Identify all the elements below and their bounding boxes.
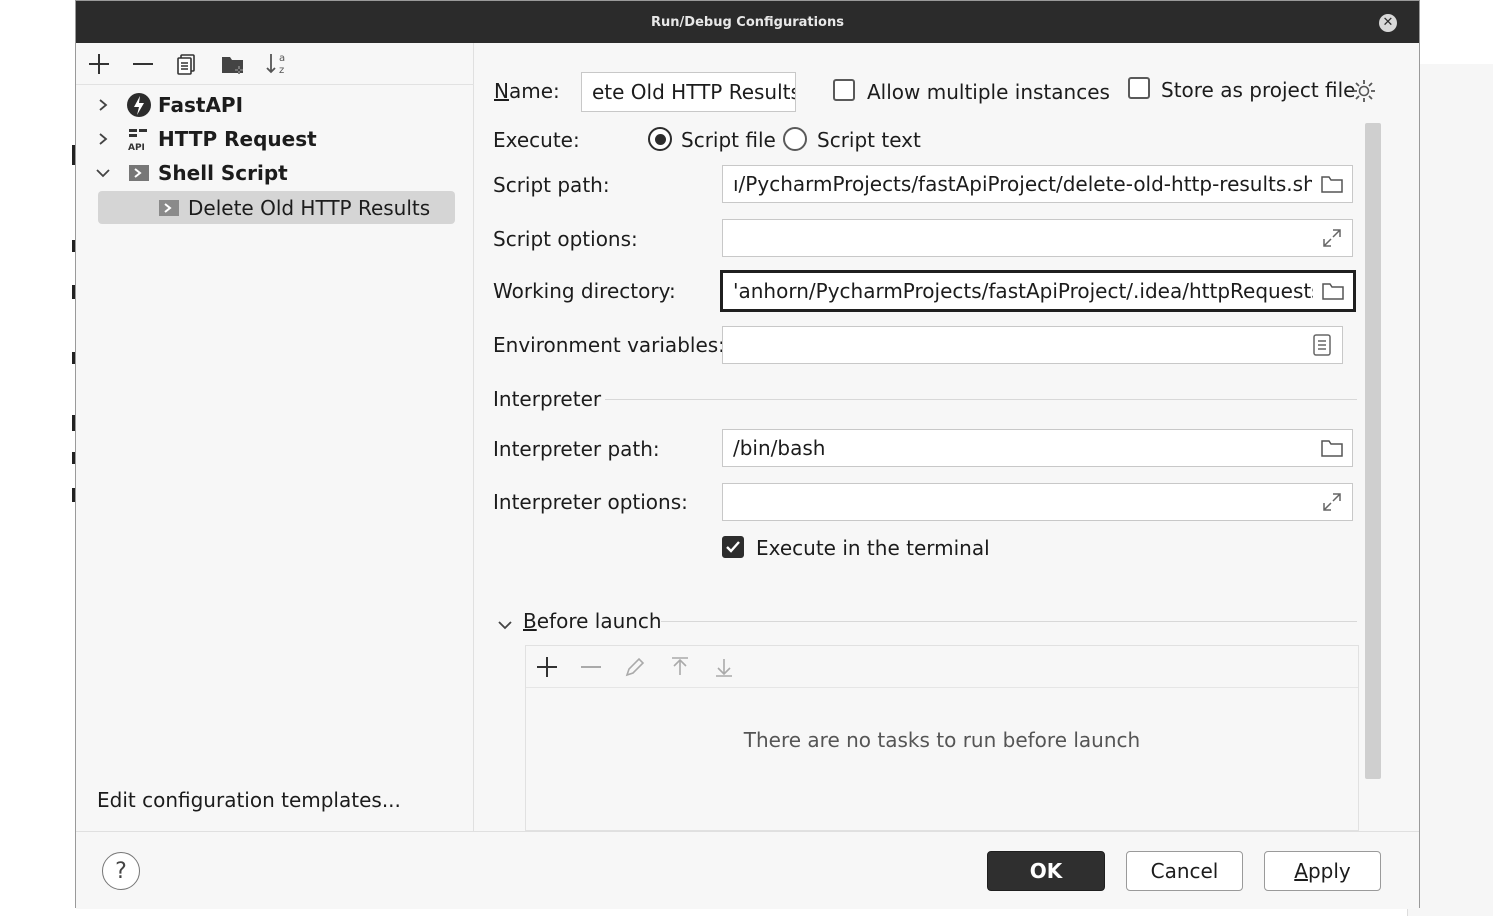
expand-icon[interactable] (1312, 227, 1352, 249)
no-tasks-message: There are no tasks to run before launch (743, 728, 1141, 752)
dialog-titlebar: Run/Debug Configurations ✕ (76, 1, 1419, 43)
add-icon[interactable] (84, 49, 114, 79)
script-file-label[interactable]: Script file (681, 128, 776, 152)
shell-script-icon (158, 197, 182, 219)
sort-icon[interactable]: az (262, 49, 292, 79)
apply-button-rest: pply (1307, 859, 1351, 883)
tree-item-label: FastAPI (158, 93, 244, 117)
name-label: Name: (494, 79, 560, 103)
working-dir-field[interactable]: 'anhorn/PycharmProjects/fastApiProject/.… (720, 270, 1356, 312)
background-editor-left (0, 0, 75, 916)
name-value: ete Old HTTP Results (592, 80, 795, 104)
tree-item-shell-script[interactable]: Shell Script (96, 157, 288, 189)
env-vars-field[interactable] (722, 326, 1343, 364)
folder-icon[interactable] (1313, 281, 1353, 301)
before-launch-panel: There are no tasks to run before launch (525, 645, 1359, 831)
before-launch-title[interactable]: Before launch (523, 609, 662, 633)
tree-toolbar: az (76, 43, 474, 85)
svg-text:API: API (128, 143, 145, 152)
section-divider (661, 621, 1357, 622)
gear-icon[interactable] (1351, 78, 1377, 109)
cancel-button[interactable]: Cancel (1126, 851, 1243, 891)
section-divider (605, 399, 1357, 400)
working-dir-value: 'anhorn/PycharmProjects/fastApiProject/.… (733, 279, 1313, 303)
copy-icon[interactable] (172, 49, 202, 79)
remove-icon[interactable] (128, 49, 158, 79)
env-vars-label: Environment variables: (493, 333, 725, 357)
move-down-icon[interactable] (709, 652, 739, 682)
scrollbar[interactable] (1365, 123, 1381, 779)
close-icon[interactable]: ✕ (1379, 14, 1397, 32)
document-icon[interactable] (1302, 333, 1342, 357)
script-path-label: Script path: (493, 173, 610, 197)
chevron-down-icon[interactable] (497, 613, 513, 637)
expand-icon[interactable] (1312, 491, 1352, 513)
name-field[interactable]: ete Old HTTP Results (581, 72, 796, 112)
fastapi-icon (126, 92, 152, 118)
interpreter-options-field[interactable] (722, 483, 1353, 521)
run-debug-dialog: Run/Debug Configurations ✕ az FastAPI AP… (75, 0, 1420, 909)
chevron-right-icon[interactable] (96, 132, 114, 146)
allow-multiple-label[interactable]: Allow multiple instances (867, 80, 1110, 104)
dialog-title: Run/Debug Configurations (651, 14, 844, 30)
checkmark-icon (726, 541, 740, 553)
remove-icon[interactable] (576, 652, 606, 682)
store-project-label[interactable]: Store as project file (1161, 78, 1355, 102)
tree-item-delete-old-http-results[interactable]: Delete Old HTTP Results (158, 193, 430, 223)
script-path-field[interactable]: ı/PycharmProjects/fastApiProject/delete-… (722, 165, 1353, 203)
apply-button[interactable]: Apply (1264, 851, 1381, 891)
before-launch-toolbar (526, 646, 1358, 688)
tree-item-label: Shell Script (158, 161, 288, 185)
execute-label: Execute: (493, 128, 580, 152)
script-options-field[interactable] (722, 219, 1353, 257)
dialog-footer: ? OK Cancel Apply (76, 831, 1419, 909)
ok-button[interactable]: OK (987, 851, 1105, 891)
script-options-label: Script options: (493, 227, 638, 251)
edit-icon[interactable] (620, 652, 650, 682)
tree-item-http-request[interactable]: API HTTP Request (96, 123, 317, 155)
store-project-checkbox[interactable] (1128, 77, 1150, 99)
api-icon: API (126, 126, 152, 152)
add-icon[interactable] (532, 652, 562, 682)
shell-script-icon (126, 160, 152, 186)
config-tree-panel: az FastAPI API HTTP Request Shell Script (76, 43, 474, 831)
interpreter-path-field[interactable]: /bin/bash (722, 429, 1353, 467)
new-folder-icon[interactable] (218, 49, 248, 79)
folder-icon[interactable] (1312, 438, 1352, 458)
allow-multiple-checkbox[interactable] (833, 79, 855, 101)
before-launch-rest: efore launch (536, 609, 662, 633)
interpreter-section-title: Interpreter (493, 387, 602, 411)
help-button[interactable]: ? (102, 852, 140, 890)
chevron-right-icon[interactable] (96, 98, 114, 112)
name-label-rest: ame: (508, 79, 560, 103)
interpreter-options-label: Interpreter options: (493, 490, 688, 514)
tree-item-fastapi[interactable]: FastAPI (96, 89, 243, 121)
interpreter-path-value: /bin/bash (733, 436, 826, 460)
svg-text:a: a (279, 53, 285, 64)
script-file-radio[interactable] (648, 127, 672, 151)
config-form-panel: Name: ete Old HTTP Results Allow multipl… (475, 43, 1419, 831)
edit-templates-link[interactable]: Edit configuration templates... (97, 788, 401, 812)
interpreter-path-label: Interpreter path: (493, 437, 660, 461)
move-up-icon[interactable] (665, 652, 695, 682)
execute-terminal-checkbox[interactable] (722, 536, 744, 558)
script-text-radio[interactable] (783, 127, 807, 151)
script-text-label[interactable]: Script text (817, 128, 921, 152)
svg-text:z: z (279, 65, 284, 76)
chevron-down-icon[interactable] (96, 166, 114, 180)
working-dir-label: Working directory: (493, 279, 676, 303)
script-path-value: ı/PycharmProjects/fastApiProject/delete-… (733, 172, 1312, 196)
execute-terminal-label[interactable]: Execute in the terminal (756, 536, 990, 560)
folder-icon[interactable] (1312, 174, 1352, 194)
tree-item-label: HTTP Request (158, 127, 317, 151)
tree-item-label: Delete Old HTTP Results (188, 196, 431, 220)
